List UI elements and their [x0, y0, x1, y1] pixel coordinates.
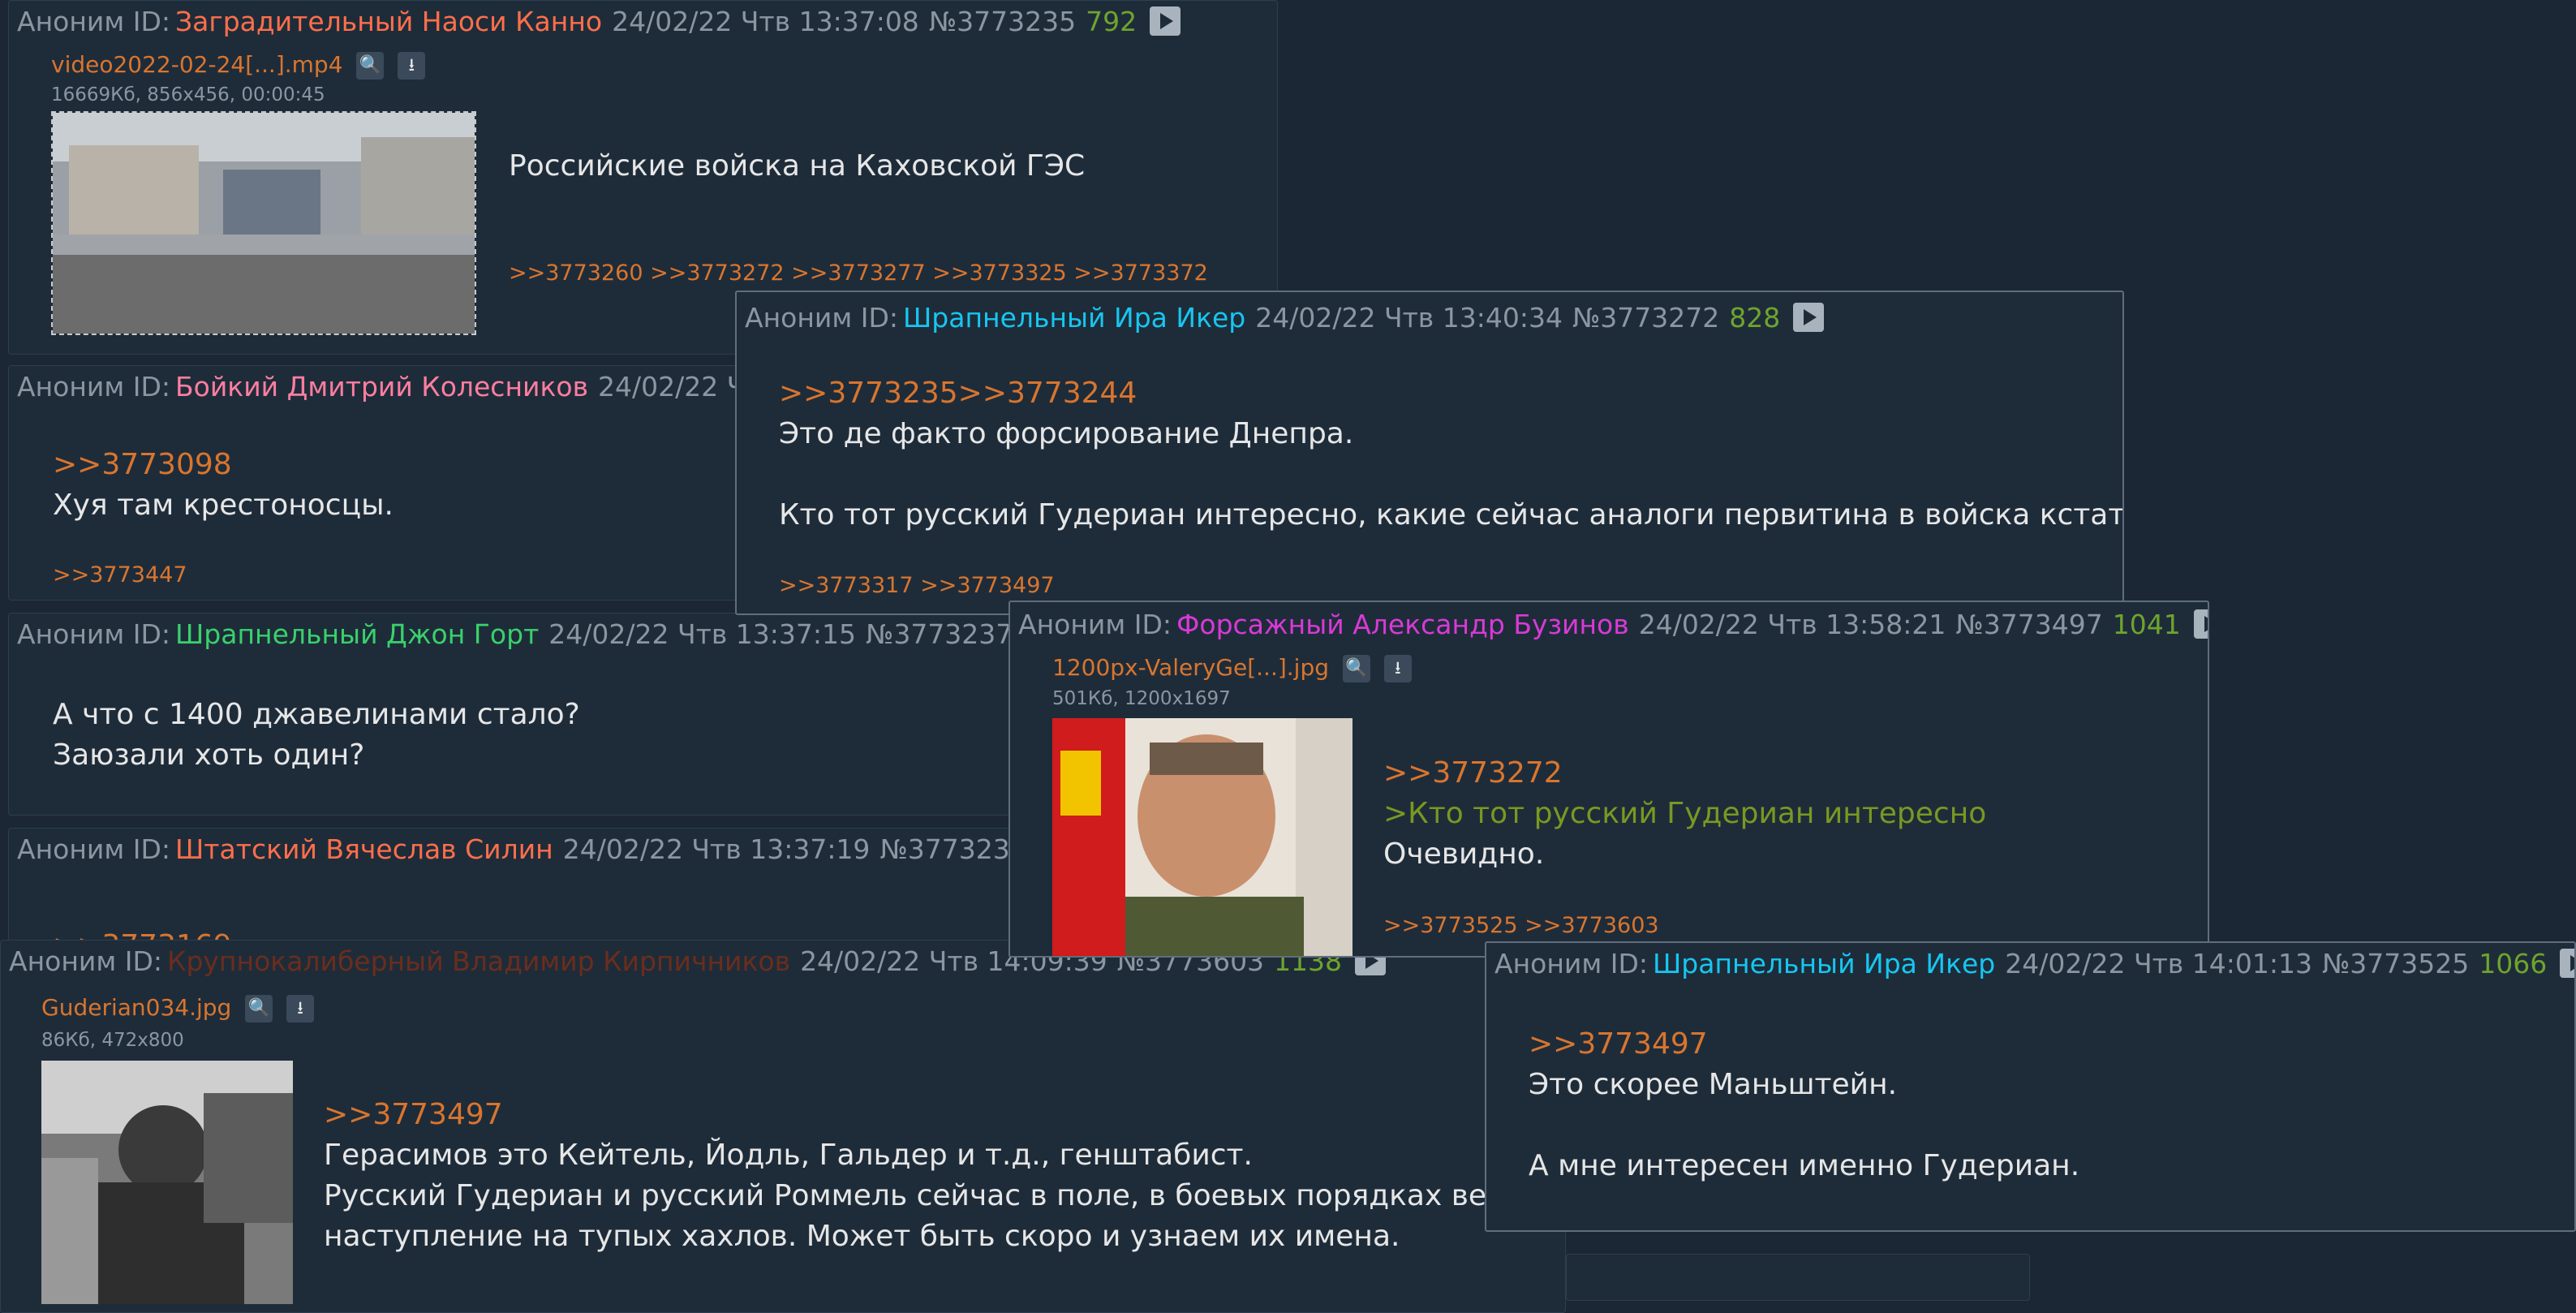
play-icon[interactable]	[2560, 948, 2574, 978]
poster-id-name[interactable]: Штатский Вячеслав Силин	[175, 833, 553, 865]
post-number[interactable]: №3773525	[2322, 948, 2469, 979]
file-meta: 501Кб, 1200x1697	[1052, 688, 1231, 709]
post-body: >>3773098 Хуя там крестоносцы.	[53, 445, 393, 526]
post-number[interactable]: №3773235	[929, 6, 1076, 37]
post-body: >>3773497 Это скорее Маньштейн. А мне ин…	[1529, 1024, 2079, 1186]
file-name[interactable]: 1200px-ValeryGe[...].jpg	[1052, 654, 1329, 681]
post-likes: 828	[1729, 302, 1781, 334]
post-text-line	[779, 454, 2122, 495]
anon-label: Аноним ID:	[1018, 609, 1172, 640]
reply-link[interactable]: >>3773098	[53, 445, 393, 485]
file-name[interactable]: Guderian034.jpg	[41, 994, 231, 1021]
download-icon[interactable]: ⭳	[286, 995, 315, 1022]
post-header: Аноним ID: Шрапнельный Джон Горт 24/02/22 …	[17, 613, 1066, 656]
greentext-quote: >Кто тот русский Гудериан интересно	[1383, 797, 1987, 830]
post-date: 24/02/22 Чтв 13:37:19	[562, 833, 871, 865]
replies-refs[interactable]: >>3773447	[53, 562, 187, 588]
post-likes: 792	[1086, 6, 1137, 37]
popup-post-3773272: Аноним ID: Шрапнельный Ира Икер 24/02/22 Ч…	[735, 291, 2124, 615]
post-date: 24/02/22 Чтв 14:01:13	[2005, 948, 2312, 979]
image-thumbnail[interactable]	[1052, 718, 1353, 956]
post-body: >>3773272 >Кто тот русский Гудериан инте…	[1383, 753, 1986, 875]
file-link[interactable]: Guderian034.jpg 🔍 ⭳	[41, 994, 315, 1022]
gerasimov-photo	[1052, 718, 1353, 956]
replies-refs[interactable]: >>3773260 >>3773272 >>3773277 >>3773325 …	[509, 260, 1208, 286]
play-icon[interactable]	[1150, 6, 1181, 36]
post-text-line: А мне интересен именно Гудериан.	[1529, 1149, 2080, 1182]
poster-id-name[interactable]: Заградительный Наоси Канно	[175, 6, 602, 37]
post-text-line: наступление на тупых хахлов. Может быть …	[324, 1220, 1400, 1253]
post-date: 24/02/22 Чтв 13:37:15	[548, 618, 856, 650]
post-body: >>3773497 Герасимов это Кейтель, Йодль, …	[324, 1095, 1541, 1257]
reply-link[interactable]: >>3773497	[1529, 1024, 2079, 1065]
post-text-line: Заюзали хоть один?	[53, 738, 365, 772]
download-icon[interactable]: ⭳	[398, 52, 426, 80]
post-header: Аноним ID: Бойкий Дмитрий Колесников 24/02…	[17, 366, 786, 408]
search-icon[interactable]: 🔍	[356, 52, 385, 80]
post-likes: 1041	[2112, 609, 2181, 640]
anon-label: Аноним ID:	[17, 833, 171, 865]
guderian-photo	[41, 1061, 293, 1304]
poster-id-name[interactable]: Форсажный Александр Бузинов	[1176, 609, 1629, 640]
post-text-line: Это скорее Маньштейн.	[1529, 1068, 1898, 1101]
anon-label: Аноним ID:	[17, 371, 171, 403]
post-date: 24/02/22 Чтв 13:58:21	[1638, 609, 1946, 640]
download-icon[interactable]: ⭳	[1383, 655, 1412, 682]
search-icon[interactable]: 🔍	[245, 995, 273, 1022]
reply-link[interactable]: >>3773235>>3773244	[779, 373, 2122, 414]
reply-link[interactable]: >>3773272	[1383, 753, 1986, 794]
post-header: Аноним ID: Форсажный Александр Бузинов 24/…	[1018, 604, 2208, 646]
post-number[interactable]: №3773238	[879, 833, 1026, 865]
post-3773603: Аноним ID: Крупнокалиберный Владимир Кирп…	[0, 940, 1566, 1313]
post-body: А что с 1400 джавелинами стало? Заюзали …	[53, 695, 580, 776]
video-thumbnail-image	[53, 113, 475, 334]
post-header: Аноним ID: Шрапнельный Ира Икер 24/02/22 Ч…	[1494, 943, 2574, 985]
replies-refs[interactable]: >>3773525 >>3773603	[1383, 913, 1659, 938]
popup-post-3773497: Аноним ID: Форсажный Александр Бузинов 24/…	[1008, 601, 2209, 958]
post-header: Аноним ID: Заградительный Наоси Канно 24/0…	[17, 1, 1190, 43]
play-icon[interactable]	[2193, 609, 2208, 639]
anon-label: Аноним ID:	[17, 6, 171, 37]
file-meta: 86Кб, 472x800	[41, 1030, 184, 1051]
post-text-line	[1529, 1105, 2079, 1146]
post-body: >>3773235>>3773244 Это де факто форсиров…	[779, 373, 2124, 536]
post-number[interactable]: №3773272	[1572, 302, 1719, 334]
post-text: Российские войска на Каховской ГЭС	[509, 149, 1086, 183]
post-text-line: Это де факто форсирование Днепра.	[779, 417, 1354, 450]
background-post-fragment	[1566, 1254, 2030, 1301]
video-thumbnail[interactable]	[51, 111, 476, 335]
post-header: Аноним ID: Штатский Вячеслав Силин 24/02/2…	[17, 829, 1064, 871]
popup-post-3773525: Аноним ID: Шрапнельный Ира Икер 24/02/22 Ч…	[1485, 941, 2576, 1232]
anon-label: Аноним ID:	[9, 945, 163, 977]
post-likes: 1066	[2479, 948, 2548, 979]
file-link[interactable]: video2022-02-24[...].mp4 🔍 ⭳	[51, 51, 426, 80]
poster-id-name[interactable]: Шрапнельный Джон Горт	[175, 618, 539, 650]
poster-id-name[interactable]: Крупнокалиберный Владимир Кирпичников	[167, 945, 790, 977]
post-text-line: А что с 1400 джавелинами стало?	[53, 698, 580, 731]
post-date: 24/02/22 Чтв 13:40:34	[1255, 302, 1563, 334]
anon-label: Аноним ID:	[17, 618, 171, 650]
post-date: 24/02/22 Чтв 13:37:08	[612, 6, 919, 37]
post-header: Аноним ID: Шрапнельный Ира Икер 24/02/22 Ч…	[745, 297, 1834, 339]
anon-label: Аноним ID:	[745, 302, 899, 334]
search-icon[interactable]: 🔍	[1342, 655, 1370, 682]
play-icon[interactable]	[1793, 302, 1825, 332]
file-name[interactable]: video2022-02-24[...].mp4	[51, 51, 343, 78]
poster-id-name[interactable]: Шрапнельный Ира Икер	[903, 302, 1245, 334]
post-number[interactable]: №3773237	[866, 618, 1013, 650]
image-thumbnail[interactable]	[41, 1061, 293, 1304]
poster-id-name[interactable]: Шрапнельный Ира Икер	[1653, 948, 1995, 979]
post-text-line: Кто тот русский Гудериан интересно, каки…	[779, 498, 2124, 532]
poster-id-name[interactable]: Бойкий Дмитрий Колесников	[175, 371, 588, 403]
file-meta: 16669Кб, 856x456, 00:00:45	[51, 84, 325, 105]
post-text-line: Герасимов это Кейтель, Йодль, Гальдер и …	[324, 1139, 1253, 1172]
post-text: Хуя там крестоносцы.	[53, 489, 393, 522]
file-link[interactable]: 1200px-ValeryGe[...].jpg 🔍 ⭳	[1052, 654, 1412, 682]
post-text: Очевидно.	[1383, 837, 1545, 871]
anon-label: Аноним ID:	[1494, 948, 1649, 979]
post-number[interactable]: №3773497	[1955, 609, 2102, 640]
post-text-line: Русский Гудериан и русский Роммель сейча…	[324, 1179, 1542, 1212]
replies-refs[interactable]: >>3773317 >>3773497	[779, 573, 1055, 598]
reply-link[interactable]: >>3773497	[324, 1095, 1541, 1135]
